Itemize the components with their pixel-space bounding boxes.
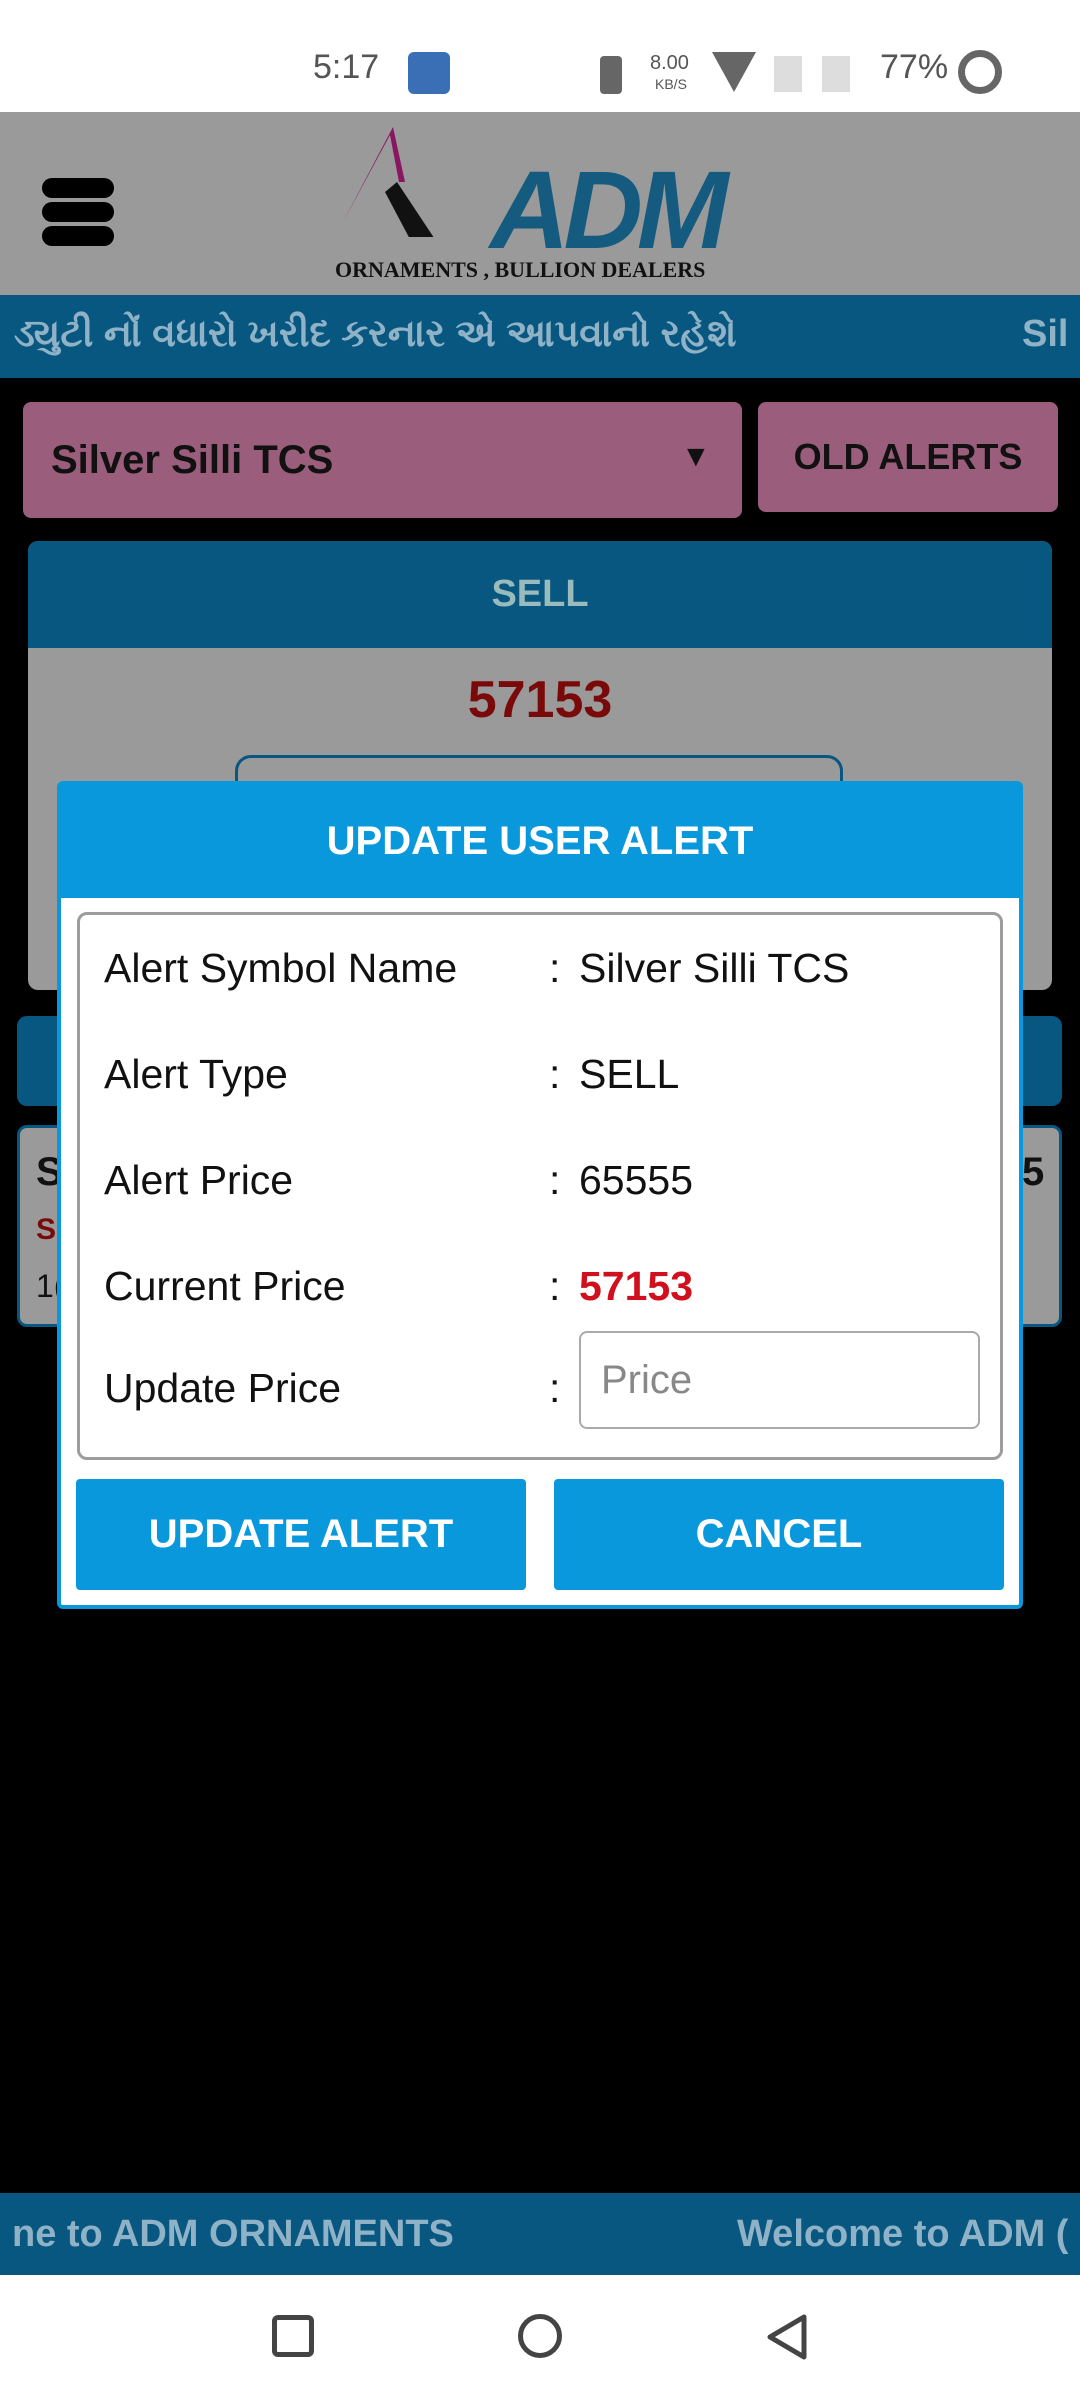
dialog-title: UPDATE USER ALERT bbox=[61, 785, 1019, 898]
update-alert-dialog: UPDATE USER ALERT Alert Symbol Name: Silv… bbox=[57, 781, 1023, 1609]
row-label: Current Price bbox=[104, 1263, 346, 1309]
net-speed: 8.00 bbox=[650, 52, 689, 74]
back-icon[interactable] bbox=[764, 2313, 810, 2361]
battery-icon bbox=[958, 50, 1002, 94]
sell-price: 57153 bbox=[467, 671, 613, 729]
update-alert-button[interactable]: UPDATE ALERT bbox=[76, 1479, 526, 1590]
list-item-text: 5 bbox=[1022, 1150, 1045, 1194]
update-price-input[interactable] bbox=[579, 1331, 980, 1429]
colon: : bbox=[549, 945, 561, 991]
recents-icon[interactable] bbox=[272, 2315, 314, 2357]
colon: : bbox=[549, 1365, 561, 1411]
vibrate-icon bbox=[600, 56, 622, 94]
app-header: ADM ORNAMENTS , BULLION DEALERS bbox=[0, 112, 1080, 295]
ticker-text: Welcome to ADM ( bbox=[737, 2213, 1069, 2255]
no-sim-icon bbox=[822, 56, 850, 92]
logo: ADM ORNAMENTS , BULLION DEALERS bbox=[335, 127, 745, 287]
symbol-select-value: Silver Silli TCS bbox=[51, 438, 334, 482]
symbol-select[interactable]: Silver Silli TCS ▼ bbox=[23, 402, 742, 518]
row-label: Alert Price bbox=[104, 1157, 294, 1203]
row-label: Alert Type bbox=[104, 1051, 288, 1097]
welcome-ticker: ne to ADM ORNAMENTS Welcome to ADM ( bbox=[0, 2193, 1080, 2275]
row-label: Update Price bbox=[104, 1365, 342, 1411]
ticker-text: ડ્યુટી નોં વધારો ખરીદ કરનાર એ આપવાનો રહે… bbox=[14, 313, 737, 355]
colon: : bbox=[549, 1051, 561, 1097]
clock: 5:17 bbox=[313, 48, 380, 86]
colon: : bbox=[549, 1157, 561, 1203]
news-ticker: ડ્યુટી નોં વધારો ખરીદ કરનાર એ આપવાનો રહે… bbox=[0, 295, 1080, 378]
wifi-icon bbox=[712, 52, 756, 92]
old-alerts-button[interactable]: OLD ALERTS bbox=[758, 402, 1058, 512]
alert-details: Alert Symbol Name: Silver Silli TCS Alert… bbox=[77, 912, 1003, 1460]
status-bar: 5:17 8.00 KB/S 77% bbox=[0, 0, 1080, 112]
row-value: 65555 bbox=[579, 1157, 694, 1203]
net-unit: KB/S bbox=[655, 76, 687, 92]
navigation-bar bbox=[0, 2275, 1080, 2400]
row-value: SELL bbox=[579, 1051, 680, 1097]
home-icon[interactable] bbox=[518, 2314, 562, 2358]
row-label: Alert Symbol Name bbox=[104, 945, 458, 991]
battery-percent: 77% bbox=[880, 48, 949, 86]
no-sim-icon bbox=[774, 56, 802, 92]
row-value: Silver Silli TCS bbox=[579, 945, 850, 991]
ticker-text: Sil bbox=[1022, 313, 1069, 355]
cancel-button[interactable]: CANCEL bbox=[554, 1479, 1004, 1590]
colon: : bbox=[549, 1263, 561, 1309]
dropdown-arrow-icon: ▼ bbox=[681, 440, 711, 473]
current-price-value: 57153 bbox=[579, 1263, 694, 1309]
ticker-text: ne to ADM ORNAMENTS bbox=[12, 2213, 454, 2255]
app-notification-icon bbox=[408, 52, 450, 94]
sell-card-title: SELL bbox=[28, 541, 1052, 648]
